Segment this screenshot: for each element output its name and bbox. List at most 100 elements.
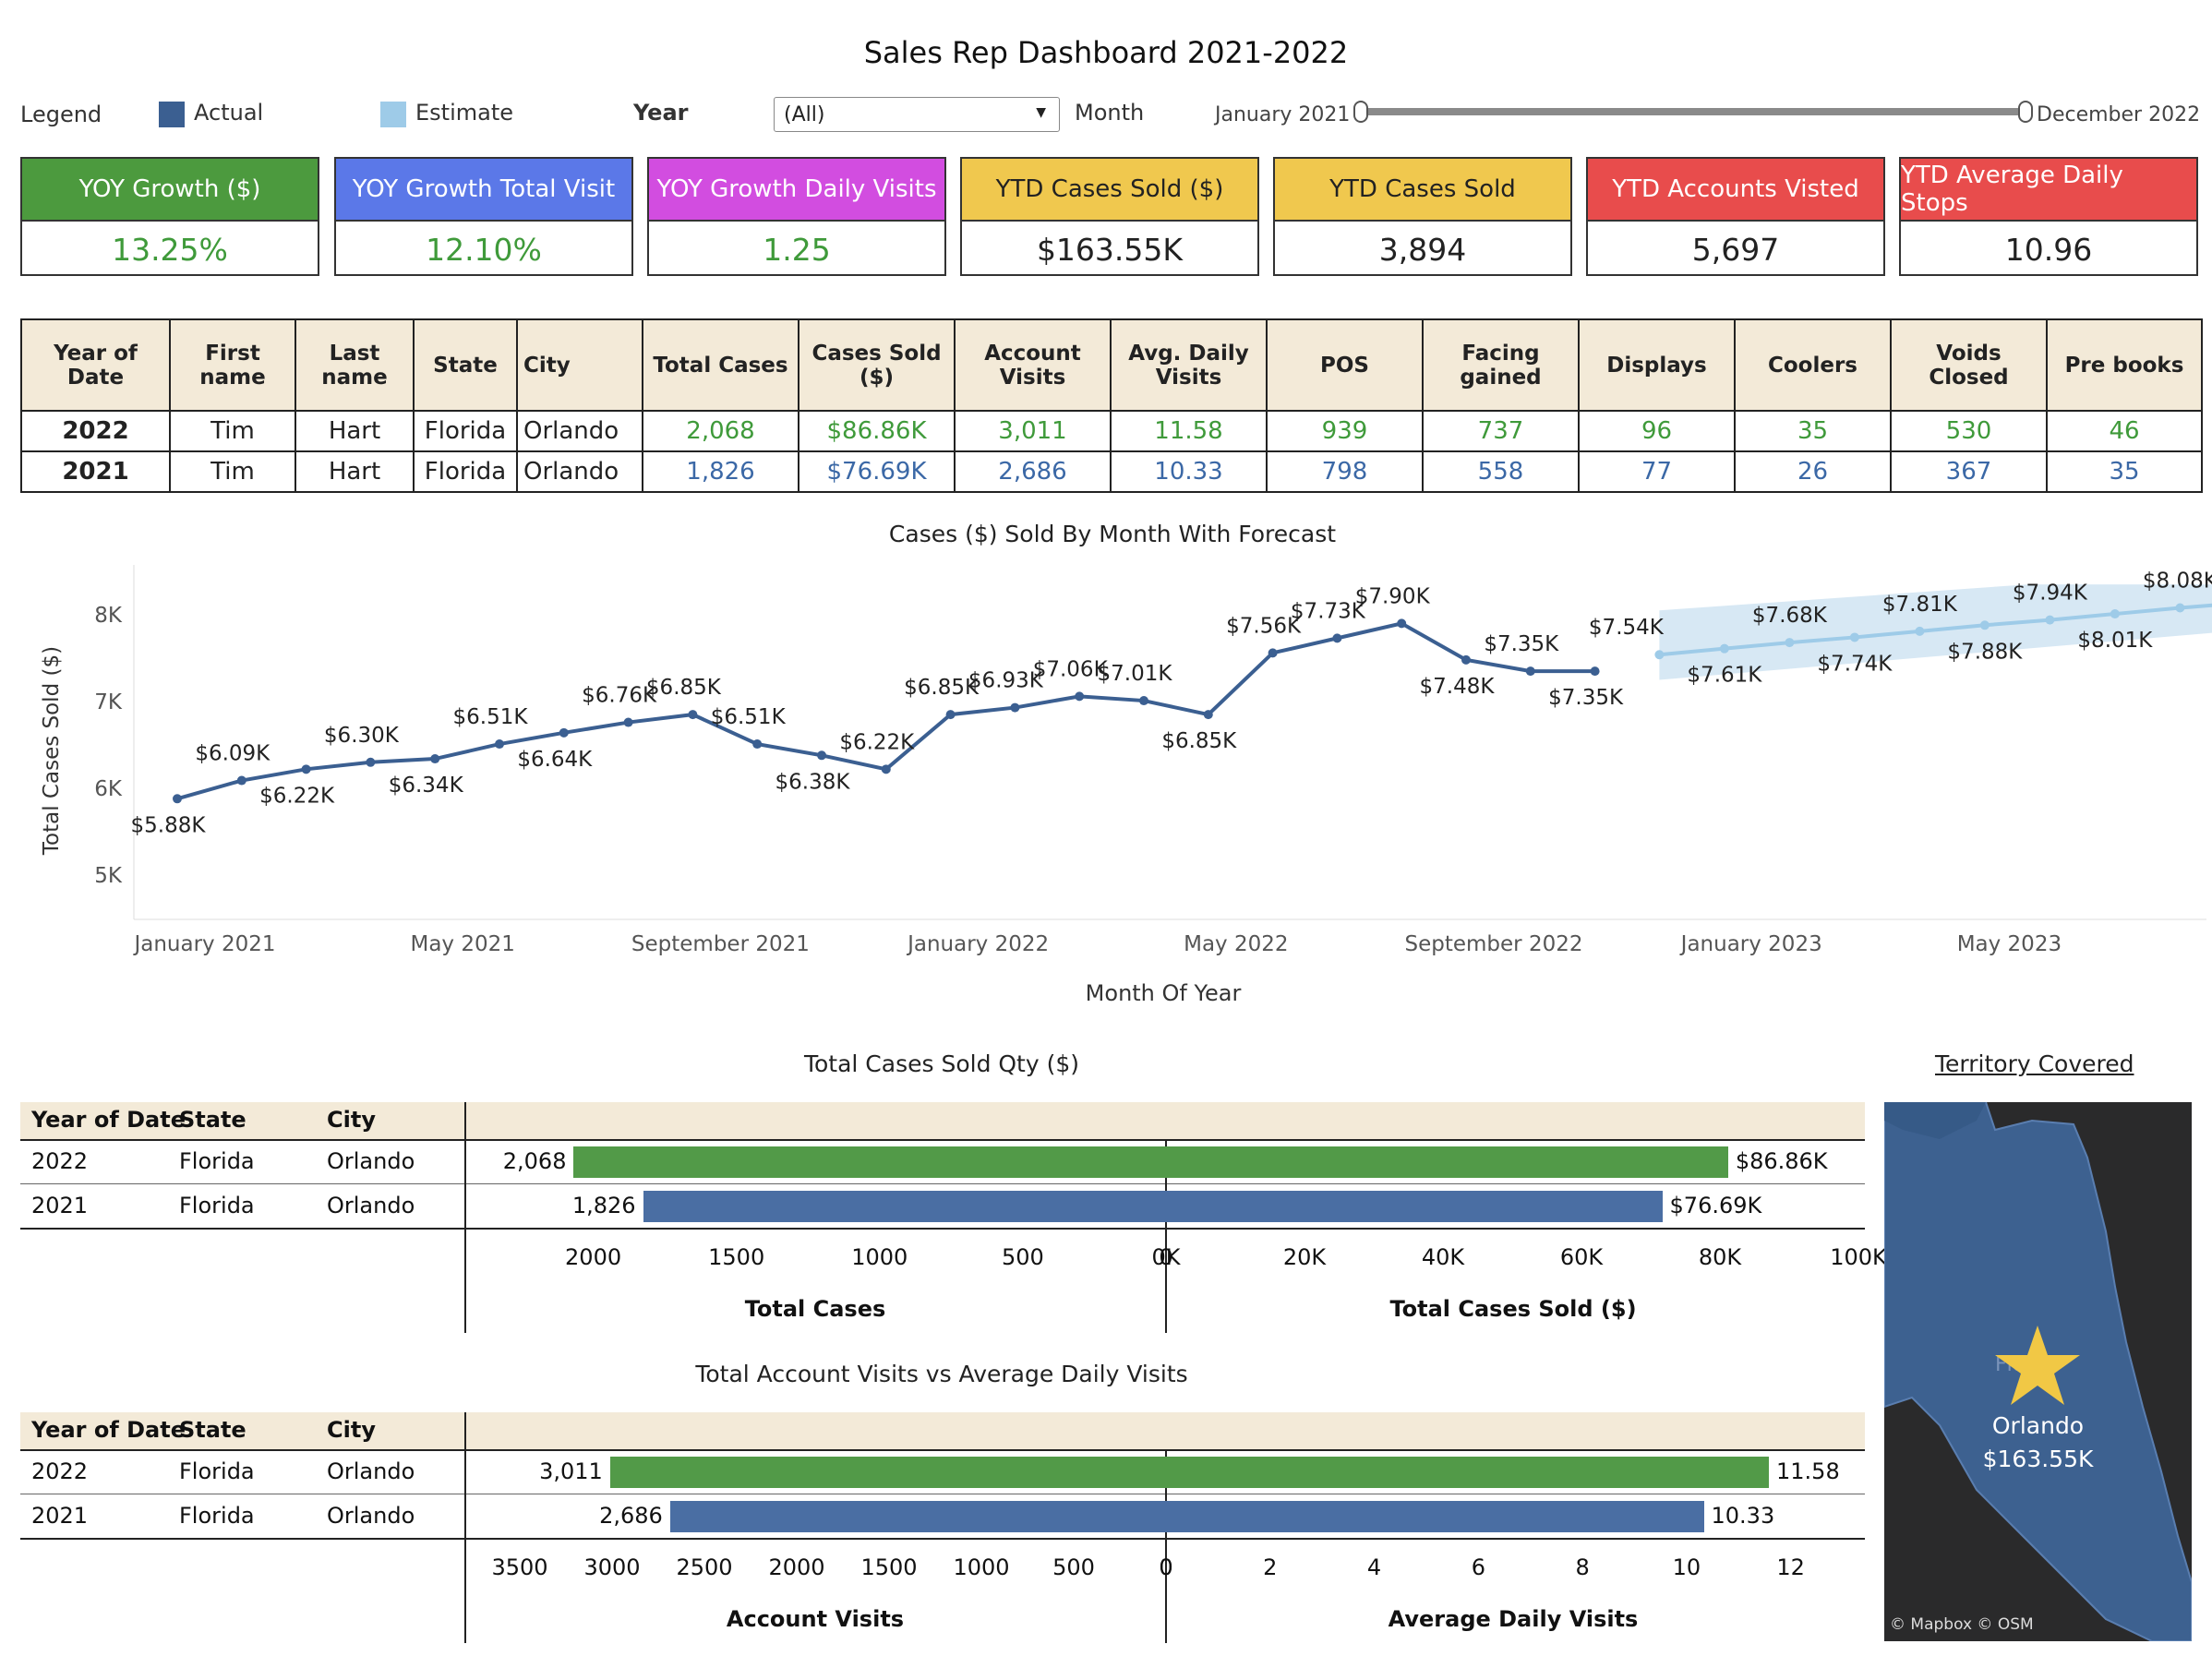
table-header[interactable]: Pre books — [2046, 318, 2203, 412]
map-credits: © Mapbox © OSM — [1890, 1615, 2034, 1634]
actual-data-label: $6.85K — [646, 676, 722, 700]
table-header[interactable]: Facing gained — [1422, 318, 1580, 412]
estimate-point — [2175, 603, 2185, 613]
left-bar[interactable] — [669, 1501, 1166, 1532]
dashboard-title: Sales Rep Dashboard 2021-2022 — [863, 35, 1349, 70]
table-cell: 3,011 — [954, 410, 1112, 452]
left-bar[interactable] — [609, 1457, 1166, 1488]
kpi-card: YTD Accounts Visted 5,697 — [1586, 157, 1885, 276]
table-header[interactable]: Total Cases — [642, 318, 799, 412]
estimate-point — [1979, 620, 1990, 630]
kpi-card: YOY Growth Daily Visits 1.25 — [647, 157, 946, 276]
kpi-label: YTD Cases Sold ($) — [962, 159, 1257, 220]
left-bar[interactable] — [573, 1146, 1166, 1178]
table-cell: 2,686 — [954, 450, 1112, 493]
x-tick-label: September 2021 — [631, 932, 810, 956]
table-header[interactable]: Last name — [295, 318, 415, 412]
actual-legend-label: Actual — [194, 100, 264, 126]
right-tick-label: 12 — [1776, 1554, 1805, 1580]
kpi-label: YOY Growth Daily Visits — [649, 159, 944, 220]
bar-header[interactable]: City — [327, 1107, 376, 1133]
left-bar[interactable] — [643, 1191, 1166, 1222]
right-tick-label: 10 — [1672, 1554, 1701, 1580]
right-bar[interactable] — [1166, 1457, 1769, 1488]
bar-row-cell: 2022 — [31, 1148, 89, 1174]
bar-header[interactable]: Year of Date — [31, 1107, 186, 1133]
table-cell: 737 — [1422, 410, 1580, 452]
table-header[interactable]: Avg. Daily Visits — [1110, 318, 1268, 412]
month-slider-start-handle[interactable] — [1353, 101, 1368, 123]
bar-header[interactable]: State — [179, 1107, 246, 1133]
divider — [20, 1139, 1865, 1141]
actual-point — [623, 717, 633, 727]
table-header[interactable]: Year of Date — [20, 318, 171, 412]
table-cell: Orlando — [516, 410, 643, 452]
estimate-point — [1654, 650, 1665, 660]
bar-header[interactable]: State — [179, 1417, 246, 1443]
table-cell: $76.69K — [798, 450, 956, 493]
kpi-card: YTD Average Daily Stops 10.96 — [1899, 157, 2198, 276]
bar-header[interactable]: City — [327, 1417, 376, 1443]
month-filter-label: Month — [1075, 100, 1145, 126]
table-header[interactable]: Voids Closed — [1890, 318, 2048, 412]
bar-row-cell: Orlando — [327, 1193, 415, 1218]
actual-data-label: $6.38K — [775, 770, 851, 794]
table-header[interactable]: Coolers — [1734, 318, 1892, 412]
table-header[interactable]: POS — [1266, 318, 1424, 412]
kpi-value: 10.96 — [1901, 220, 2196, 278]
bar-header[interactable]: Year of Date — [31, 1417, 186, 1443]
table-cell: 2022 — [20, 410, 171, 452]
actual-data-label: $5.88K — [131, 813, 207, 837]
territory-map[interactable]: Flo Orlando $163.55K © Mapbox © OSM — [1884, 1102, 2192, 1641]
x-tick-label: January 2021 — [132, 932, 275, 956]
estimate-point — [1719, 643, 1729, 654]
year-select[interactable]: (All) ▼ — [774, 97, 1060, 132]
left-tick-label: 2000 — [565, 1244, 622, 1270]
table-header[interactable]: State — [413, 318, 518, 412]
map-title-link[interactable]: Territory Covered — [1935, 1050, 2134, 1077]
kpi-card: YTD Cases Sold 3,894 — [1273, 157, 1572, 276]
y-tick-label: 5K — [94, 864, 123, 888]
right-bar[interactable] — [1166, 1191, 1663, 1222]
divider — [20, 1538, 1865, 1540]
table-cell: 11.58 — [1110, 410, 1268, 452]
table-header[interactable]: City — [516, 318, 643, 412]
table-header[interactable]: Displays — [1578, 318, 1736, 412]
left-tick-label: 1000 — [953, 1554, 1010, 1580]
actual-data-label: $6.51K — [453, 705, 529, 729]
bar-row-cell: Florida — [179, 1503, 255, 1529]
actual-point — [559, 727, 569, 738]
kpi-label: YTD Cases Sold — [1275, 159, 1570, 220]
month-slider-end-handle[interactable] — [2018, 101, 2033, 123]
right-bar[interactable] — [1166, 1501, 1704, 1532]
actual-data-label: $6.64K — [517, 748, 593, 772]
line-chart-title: Cases ($) Sold By Month With Forecast — [888, 521, 1337, 547]
estimate-data-label: $8.01K — [2077, 629, 2153, 653]
left-tick-label: 3000 — [583, 1554, 641, 1580]
table-cell: 939 — [1266, 410, 1424, 452]
bar-row-cell: Florida — [179, 1458, 255, 1484]
actual-point — [495, 739, 504, 750]
map-city-value: $163.55K — [1982, 1446, 2094, 1472]
chevron-down-icon: ▼ — [1036, 105, 1046, 120]
table-header[interactable]: Cases Sold ($) — [798, 318, 956, 412]
actual-point — [430, 754, 440, 764]
month-slider-track[interactable] — [1364, 108, 2033, 115]
actual-point — [752, 739, 763, 750]
kpi-value: 12.10% — [336, 220, 631, 278]
table-header[interactable]: First name — [169, 318, 296, 412]
month-start-label: January 2021 — [1215, 103, 1351, 126]
bar-row-cell: 2022 — [31, 1458, 89, 1484]
bar-header-band — [20, 1102, 1865, 1139]
right-tick-label: 40K — [1421, 1244, 1465, 1270]
bar-row-cell: Florida — [179, 1148, 255, 1174]
right-tick-label: 2 — [1263, 1554, 1278, 1580]
right-bar[interactable] — [1166, 1146, 1728, 1178]
right-tick-label: 0K — [1151, 1244, 1181, 1270]
right-bar-label: $86.86K — [1735, 1148, 1828, 1174]
table-header[interactable]: Account Visits — [954, 318, 1112, 412]
orlando-star-icon[interactable] — [1993, 1324, 2082, 1409]
divider — [20, 1228, 1865, 1230]
estimate-data-label: $7.68K — [1752, 604, 1828, 628]
actual-point — [301, 764, 311, 774]
